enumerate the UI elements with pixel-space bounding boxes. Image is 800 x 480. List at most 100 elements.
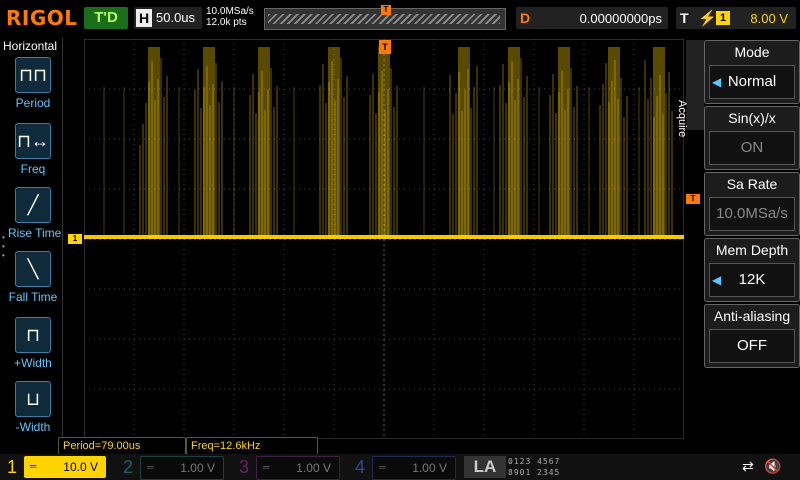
- la-digits-row: 8901 2345: [508, 468, 561, 477]
- period-measurement[interactable]: Period=79.00us: [58, 437, 186, 455]
- selector-arrow-icon: ◀: [712, 273, 722, 287]
- logic-analyzer-button[interactable]: LA: [464, 456, 506, 478]
- ch1-pulse-burst: [508, 47, 520, 237]
- timebase-control[interactable]: H 50.0us: [134, 7, 202, 29]
- ch1-offset-marker[interactable]: 1: [68, 234, 82, 244]
- measure-fall-time-button[interactable]: ╲ Fall Time: [8, 251, 58, 304]
- channel-3-tab[interactable]: 3 ═ 1.00 V: [234, 456, 342, 480]
- measure-positive-width-button[interactable]: ⊓ +Width: [8, 317, 58, 370]
- channel-number: 1: [6, 457, 17, 477]
- measure-freq-button[interactable]: ⊓↔ Freq: [8, 123, 58, 176]
- top-status-bar: RIGOL T'D H 50.0us 10.0MSa/s 12.0k pts T…: [0, 0, 800, 36]
- sa-rate-softkey[interactable]: Sa Rate 10.0MSa/s: [704, 172, 800, 236]
- trigger-time-marker[interactable]: T: [379, 40, 391, 54]
- channel-box: ═ 1.00 V: [372, 456, 456, 480]
- fall-time-icon: ╲: [15, 251, 51, 287]
- freq-measurement[interactable]: Freq=12.6kHz: [186, 437, 318, 455]
- ch1-pulse-burst: [148, 47, 160, 237]
- freq-icon: ⊓↔: [15, 123, 51, 159]
- channel-number: 4: [354, 457, 365, 477]
- acquire-menu-tab: Acquire: [676, 40, 704, 137]
- ch1-pulse-burst: [608, 47, 620, 237]
- measure-rise-time-button[interactable]: ╱ Rise Time: [8, 187, 61, 240]
- dc-coupling-icon: ═: [379, 462, 386, 472]
- ch1-pulse-burst: [258, 47, 270, 237]
- negative-width-icon: ⊔: [15, 381, 51, 417]
- trigger-level: 8.00 V: [750, 11, 788, 26]
- positive-width-icon: ⊓: [15, 317, 51, 353]
- trigger-source: 1: [716, 11, 730, 25]
- measure-label: Freq: [20, 162, 46, 176]
- selector-arrow-icon: ◀: [712, 75, 722, 89]
- softkey-value: OFF: [709, 329, 795, 363]
- ch1-pulse-burst: [558, 47, 570, 237]
- channel-box: ═ 10.0 V: [24, 456, 106, 478]
- channel-scale: 1.00 V: [412, 461, 447, 475]
- channel-1-tab[interactable]: 1 ═ 10.0 V: [2, 456, 110, 478]
- trigger-key: T: [680, 10, 689, 26]
- ch1-pulse-burst: [458, 47, 470, 237]
- trigger-level-marker[interactable]: T: [686, 194, 700, 204]
- ch1-pulse-burst: [653, 47, 665, 237]
- page-indicator: • • •: [2, 233, 5, 260]
- channel-number: 3: [238, 457, 249, 477]
- softkey-title: Mem Depth: [715, 242, 789, 258]
- softkey-title: Sa Rate: [726, 176, 778, 192]
- dc-coupling-icon: ═: [147, 462, 154, 472]
- acquire-menu: Mode ◀ Normal Sin(x)/x ON Sa Rate 10.0MSa…: [704, 38, 800, 368]
- ch1-pulse-burst: [203, 47, 215, 237]
- delay-control[interactable]: D 0.00000000ps: [516, 7, 668, 29]
- la-digits-row: 0123 4567: [508, 457, 561, 466]
- memory-waveform-preview: [268, 14, 500, 24]
- measure-period-button[interactable]: ⊓⊓ Period: [8, 57, 58, 110]
- channel-number: 2: [122, 457, 133, 477]
- measure-label: +Width: [14, 356, 52, 370]
- rise-time-icon: ╱: [15, 187, 51, 223]
- anti-aliasing-softkey[interactable]: Anti-aliasing OFF: [704, 304, 800, 368]
- waveform-display[interactable]: [84, 39, 684, 439]
- channel-2-tab[interactable]: 2 ═ 1.00 V: [118, 456, 226, 480]
- channel-4-tab[interactable]: 4 ═ 1.00 V: [350, 456, 458, 480]
- delay-value: 0.00000000ps: [579, 11, 662, 26]
- memory-points: 12.0k pts: [206, 17, 247, 28]
- speaker-muted-icon[interactable]: 🔇: [764, 458, 781, 475]
- rising-edge-icon: ⚡: [698, 10, 717, 27]
- rigol-logo: RIGOL: [6, 6, 78, 30]
- timebase-value: 50.0us: [156, 10, 196, 25]
- dc-coupling-icon: ═: [263, 462, 270, 472]
- mem-depth-softkey[interactable]: Mem Depth ◀ 12K: [704, 238, 800, 302]
- measure-negative-width-button[interactable]: ⊔ -Width: [8, 381, 58, 434]
- channel-scale: 1.00 V: [296, 461, 331, 475]
- softkey-title: Mode: [734, 44, 770, 60]
- softkey-title: Sin(x)/x: [728, 110, 776, 126]
- dc-coupling-icon: ═: [30, 461, 37, 471]
- softkey-value: 10.0MSa/s: [709, 197, 795, 231]
- period-icon: ⊓⊓: [15, 57, 51, 93]
- memory-overview: T: [264, 5, 506, 30]
- softkey-title: Anti-aliasing: [713, 308, 791, 324]
- channel-box: ═ 1.00 V: [140, 456, 224, 480]
- ch1-pulse-burst: [328, 47, 340, 237]
- sinx-softkey[interactable]: Sin(x)/x ON: [704, 106, 800, 170]
- softkey-value: ON: [709, 131, 795, 165]
- trigger-status-badge: T'D: [84, 7, 128, 29]
- sample-rate: 10.0MSa/s: [206, 6, 254, 17]
- channel-bar: 1 ═ 10.0 V 2 ═ 1.00 V 3 ═ 1.00 V 4 ═ 1.0…: [0, 454, 800, 480]
- channel-scale: 10.0 V: [63, 460, 98, 474]
- timebase-key: H: [136, 9, 152, 27]
- trigger-control[interactable]: T ⚡ 1 8.00 V: [676, 7, 796, 29]
- mode-softkey[interactable]: Mode ◀ Normal: [704, 40, 800, 104]
- usb-icon: ⇄: [742, 458, 754, 474]
- measure-label: -Width: [15, 420, 51, 434]
- delay-key: D: [520, 10, 531, 26]
- ch1-pulse-burst: [378, 47, 390, 237]
- sample-info: 10.0MSa/s 12.0k pts: [206, 6, 254, 28]
- waveform-grid: [84, 39, 684, 439]
- sidebar-title: Horizontal: [3, 39, 58, 53]
- measure-label: Fall Time: [8, 290, 58, 304]
- trigger-position-marker: T: [381, 5, 391, 15]
- menu-tab-label: Acquire: [676, 100, 688, 138]
- softkey-value: ◀ Normal: [709, 65, 795, 99]
- channel-box: ═ 1.00 V: [256, 456, 340, 480]
- measure-label: Period: [15, 96, 51, 110]
